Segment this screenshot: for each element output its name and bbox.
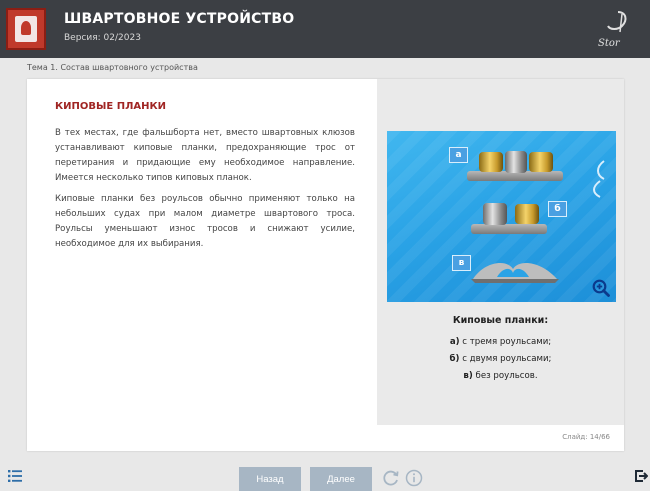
replay-icon[interactable] — [382, 469, 400, 487]
plate-c — [471, 263, 559, 283]
roller — [529, 152, 553, 172]
paragraph: Киповые планки без роульсов обычно приме… — [55, 194, 355, 249]
roller — [515, 204, 539, 224]
figure-label-a: а — [449, 147, 468, 163]
illustration-panel: а б в Киповые планки: а) с тремя роульса… — [377, 79, 624, 425]
roller — [483, 203, 507, 225]
next-button[interactable]: Далее — [310, 467, 372, 491]
slide-heading: КИПОВЫЕ ПЛАНКИ — [55, 101, 167, 112]
header-bar: ШВАРТОВНОЕ УСТРОЙСТВО Версия: 02/2023 St… — [0, 0, 650, 58]
back-button[interactable]: Назад — [239, 467, 301, 491]
roller — [505, 151, 527, 173]
plate-b — [471, 224, 547, 234]
menu-list-icon[interactable] — [8, 470, 22, 482]
figure-caption-title: Киповые планки: — [452, 315, 549, 326]
decorative-curve-icon — [593, 160, 605, 198]
zoom-in-icon[interactable] — [592, 279, 610, 297]
slide-card: КИПОВЫЕ ПЛАНКИ В тех местах, где фальшбо… — [27, 79, 624, 451]
fairlead-illustration[interactable]: а б в — [387, 131, 616, 302]
info-icon[interactable] — [405, 469, 423, 487]
brand-logo-icon: Stor — [598, 11, 627, 49]
text-column: КИПОВЫЕ ПЛАНКИ В тех местах, где фальшбо… — [55, 101, 355, 258]
course-logo — [6, 8, 46, 50]
figure-caption-item: а) с тремя роульсами; — [449, 337, 552, 347]
course-version: Версия: 02/2023 — [64, 33, 141, 43]
slide-counter: Слайд: 14/66 — [562, 433, 610, 441]
figure-caption-item: б) с двумя роульсами; — [449, 354, 552, 364]
figure-caption-item: в) без роульсов. — [463, 371, 538, 381]
svg-text:Stor: Stor — [598, 38, 621, 49]
exit-icon[interactable] — [634, 469, 648, 483]
course-title: ШВАРТОВНОЕ УСТРОЙСТВО — [64, 11, 295, 27]
figure-label-b: б — [548, 201, 567, 217]
paragraph: В тех местах, где фальшборта нет, вместо… — [55, 128, 355, 183]
breadcrumb: Тема 1. Состав швартовного устройства — [27, 63, 198, 72]
roller — [479, 152, 503, 172]
